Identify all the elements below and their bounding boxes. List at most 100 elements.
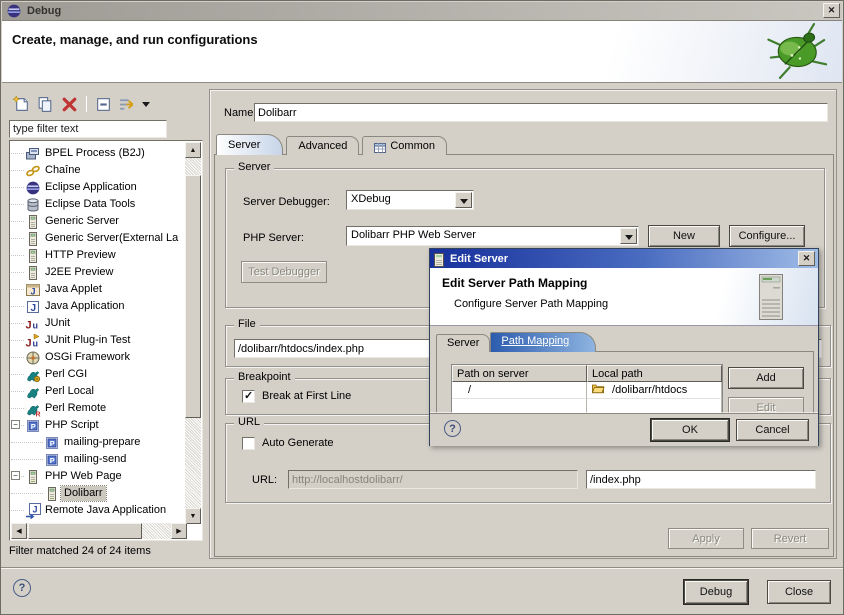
tree-item[interactable]: J2EE Preview: [11, 264, 185, 281]
toolbar-separator: [86, 96, 87, 112]
local-path-cell: /dolibarr/htdocs: [587, 382, 722, 399]
new-config-icon[interactable]: [12, 95, 31, 114]
new-server-button[interactable]: New: [648, 225, 720, 247]
debug-button[interactable]: Debug: [684, 580, 748, 604]
tab-common[interactable]: Common: [362, 136, 447, 155]
auto-generate-checkbox[interactable]: [242, 437, 255, 450]
toolbar-menu-caret-icon[interactable]: [142, 102, 150, 111]
filter-input[interactable]: [9, 120, 167, 138]
dialog-subheading: Configure Server Path Mapping: [454, 298, 608, 310]
break-first-line-checkbox[interactable]: [242, 390, 255, 403]
tree-item-label: Eclipse Data Tools: [42, 197, 138, 212]
edit-server-close-button[interactable]: ✕: [798, 251, 815, 266]
dropdown-arrow-icon[interactable]: [455, 192, 472, 208]
close-button[interactable]: Close: [767, 580, 831, 604]
url-path-input[interactable]: [586, 470, 816, 489]
configurations-toolbar: [9, 91, 203, 117]
tree-item[interactable]: Dolibarr: [11, 485, 185, 502]
eclipse-logo-icon: [6, 3, 23, 19]
osgi-icon: [25, 350, 42, 366]
break-first-line-label: Break at First Line: [262, 390, 351, 402]
tree-item-label: HTTP Preview: [42, 248, 119, 263]
tree-item[interactable]: Eclipse Application: [11, 179, 185, 196]
dropdown-arrow-icon[interactable]: [620, 228, 637, 244]
tree-item[interactable]: −PHP Web Page: [11, 468, 185, 485]
edit-server-titlebar[interactable]: Edit Server: [430, 249, 818, 268]
server-debugger-select[interactable]: XDebug: [346, 190, 474, 210]
configure-server-button[interactable]: Configure...: [729, 225, 805, 247]
horizontal-scroll-thumb[interactable]: [28, 523, 142, 539]
database-icon: [25, 197, 42, 213]
tree-item-label: Dolibarr: [61, 486, 106, 501]
help-icon[interactable]: [13, 579, 31, 597]
tree-item[interactable]: Pmailing-send: [11, 451, 185, 468]
ok-button[interactable]: OK: [651, 419, 729, 441]
revert-button: Revert: [751, 528, 829, 549]
config-tree: BPEL Process (B2J)ChaîneEclipse Applicat…: [11, 145, 185, 523]
window-titlebar[interactable]: Debug: [2, 2, 842, 21]
tree-item[interactable]: Generic Server: [11, 213, 185, 230]
name-input[interactable]: [254, 103, 828, 122]
mapping-row[interactable]: //dolibarr/htdocs: [452, 382, 722, 399]
tab-server[interactable]: Server: [216, 134, 283, 155]
test-debugger-button: Test Debugger: [241, 261, 327, 283]
tree-item-label: JUnit: [42, 316, 73, 331]
tree-item[interactable]: Perl CGI: [11, 366, 185, 383]
php-server-select[interactable]: Dolibarr PHP Web Server: [346, 226, 639, 246]
tree-item[interactable]: HTTP Preview: [11, 247, 185, 264]
scroll-left-icon[interactable]: ◀: [11, 523, 27, 539]
edit-server-title: Edit Server: [450, 253, 508, 265]
tree-item[interactable]: OSGi Framework: [11, 349, 185, 366]
svg-text:J: J: [31, 303, 37, 314]
collapse-toggle-icon[interactable]: −: [11, 471, 20, 480]
scroll-down-icon[interactable]: ▼: [185, 508, 201, 524]
duplicate-config-icon[interactable]: [36, 95, 55, 114]
delete-config-icon[interactable]: [60, 95, 79, 114]
dialog-tab-server[interactable]: Server: [436, 334, 490, 352]
tree-item[interactable]: Eclipse Data Tools: [11, 196, 185, 213]
tree-item[interactable]: JuJUnit Plug-in Test: [11, 332, 185, 349]
collapse-all-icon[interactable]: [94, 95, 113, 114]
tree-item[interactable]: BPEL Process (B2J): [11, 145, 185, 162]
svg-text:J: J: [26, 319, 32, 331]
tab-advanced[interactable]: Advanced: [286, 136, 359, 155]
tree-item[interactable]: −PPHP Script: [11, 417, 185, 434]
eclipse-icon: [25, 180, 42, 196]
collapse-toggle-icon[interactable]: −: [11, 420, 20, 429]
filter-icon[interactable]: [118, 95, 137, 114]
file-group-legend: File: [234, 318, 260, 330]
tree-item[interactable]: JuJUnit: [11, 315, 185, 332]
page-title: Create, manage, and run configurations: [12, 32, 258, 47]
remote-java-icon: J: [25, 503, 42, 519]
tree-horizontal-scrollbar[interactable]: ◀ ▶: [11, 523, 187, 539]
php-server-label: PHP Server:: [243, 232, 304, 244]
dialog-tab-path-mapping[interactable]: Path Mapping: [490, 332, 596, 352]
tree-item-label: Generic Server: [42, 214, 122, 229]
tree-item[interactable]: JJava Applet: [11, 281, 185, 298]
tree-item[interactable]: Perl Local: [11, 383, 185, 400]
server-php-icon: [44, 486, 61, 502]
tree-item-label: Java Applet: [42, 282, 105, 297]
tree-item-label: Perl Remote: [42, 401, 109, 416]
scroll-up-icon[interactable]: ▲: [185, 142, 201, 158]
add-mapping-button[interactable]: Add: [728, 367, 804, 389]
dialog-help-icon[interactable]: [444, 420, 461, 437]
perl-remote-icon: R: [25, 401, 42, 417]
tree-item[interactable]: Pmailing-prepare: [11, 434, 185, 451]
tree-item-label: Perl Local: [42, 384, 97, 399]
tree-item[interactable]: RPerl Remote: [11, 400, 185, 417]
tree-item[interactable]: JJava Application: [11, 298, 185, 315]
vertical-scroll-thumb[interactable]: [185, 175, 201, 418]
tree-item-label: OSGi Framework: [42, 350, 133, 365]
scroll-right-icon[interactable]: ▶: [171, 523, 187, 539]
window-close-button[interactable]: ✕: [823, 3, 840, 18]
server-group-legend: Server: [234, 161, 274, 173]
tree-item[interactable]: Chaîne: [11, 162, 185, 179]
cancel-button[interactable]: Cancel: [736, 419, 809, 441]
base-url-input: [288, 470, 578, 489]
tree-vertical-scrollbar[interactable]: ▲ ▼: [185, 142, 201, 524]
tree-item[interactable]: Generic Server(External La: [11, 230, 185, 247]
server-debugger-label: Server Debugger:: [243, 196, 330, 208]
applet-icon: J: [25, 282, 42, 298]
tree-item[interactable]: JRemote Java Application: [11, 502, 185, 519]
